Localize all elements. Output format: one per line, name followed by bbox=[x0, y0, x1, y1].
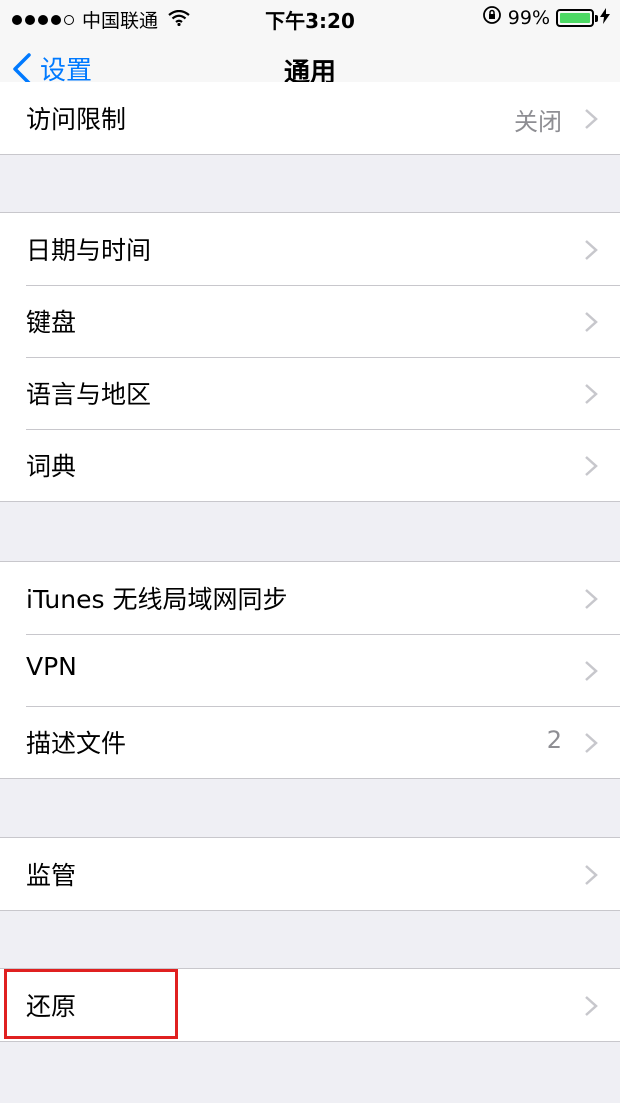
charging-icon bbox=[600, 7, 610, 29]
status-bar: 中国联通 下午3:20 99% bbox=[0, 0, 620, 36]
status-right: 99% bbox=[482, 5, 610, 30]
settings-row-profiles[interactable]: 描述文件 2 bbox=[0, 706, 620, 778]
chevron-right-icon bbox=[585, 733, 598, 753]
battery-icon bbox=[556, 8, 598, 27]
settings-row-itunes-wifi-sync[interactable]: iTunes 无线局域网同步 bbox=[0, 562, 620, 634]
chevron-right-icon bbox=[585, 865, 598, 885]
row-label: 描述文件 bbox=[26, 729, 127, 758]
row-label: iTunes 无线局域网同步 bbox=[26, 585, 288, 614]
row-label: 日期与时间 bbox=[26, 236, 152, 265]
highlight-box bbox=[4, 969, 178, 1039]
chevron-right-icon bbox=[585, 384, 598, 404]
settings-group-supervision: 监管 bbox=[0, 837, 620, 911]
row-label: 词典 bbox=[26, 452, 77, 481]
settings-group-restrictions: 访问限制 关闭 bbox=[0, 82, 620, 155]
settings-row-dictionary[interactable]: 词典 bbox=[0, 429, 620, 501]
row-value: 关闭 bbox=[514, 108, 562, 136]
row-label: 监管 bbox=[26, 861, 77, 890]
battery-percent: 99% bbox=[507, 6, 550, 29]
settings-row-date-time[interactable]: 日期与时间 bbox=[0, 213, 620, 285]
row-label: 语言与地区 bbox=[26, 380, 152, 409]
row-value: 2 bbox=[546, 726, 562, 754]
settings-row-supervision[interactable]: 监管 bbox=[0, 838, 620, 910]
chevron-right-icon bbox=[585, 456, 598, 476]
chevron-right-icon bbox=[585, 109, 598, 129]
settings-row-language-region[interactable]: 语言与地区 bbox=[0, 357, 620, 429]
settings-row-restrictions[interactable]: 访问限制 关闭 bbox=[0, 82, 620, 154]
settings-group-system: 日期与时间 键盘 语言与地区 词典 bbox=[0, 212, 620, 502]
row-label: 键盘 bbox=[26, 308, 77, 337]
chevron-right-icon bbox=[585, 240, 598, 260]
settings-row-vpn[interactable]: VPN bbox=[0, 634, 620, 706]
orientation-lock-icon bbox=[482, 5, 502, 30]
settings-row-keyboard[interactable]: 键盘 bbox=[0, 285, 620, 357]
battery-fill bbox=[560, 12, 590, 23]
chevron-right-icon bbox=[585, 996, 598, 1016]
chevron-right-icon bbox=[585, 661, 598, 681]
settings-group-network: iTunes 无线局域网同步 VPN 描述文件 2 bbox=[0, 561, 620, 779]
chevron-right-icon bbox=[585, 312, 598, 332]
row-label: 访问限制 bbox=[26, 105, 127, 134]
chevron-right-icon bbox=[585, 589, 598, 609]
row-label: VPN bbox=[26, 652, 77, 681]
